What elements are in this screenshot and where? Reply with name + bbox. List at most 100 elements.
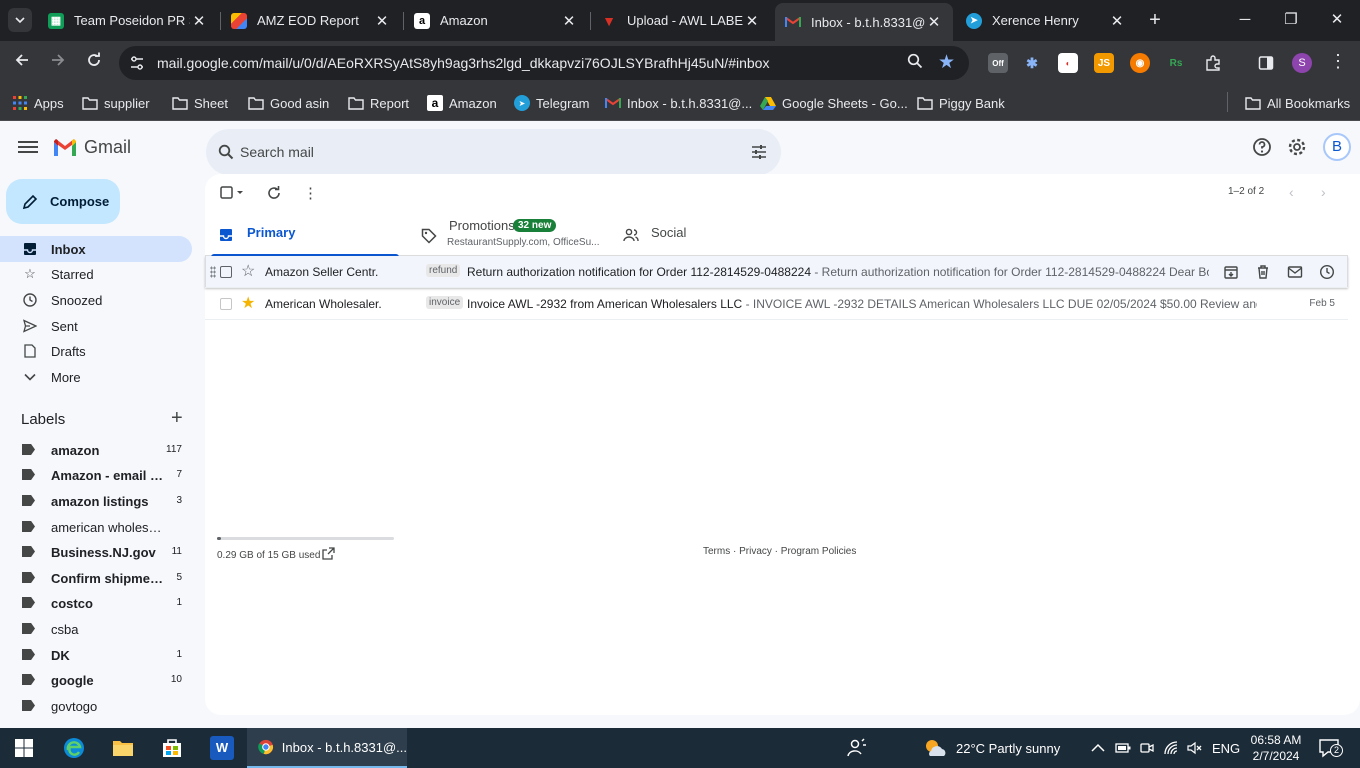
- browser-tab-telegram[interactable]: ➤ Xerence Henry ✕: [956, 3, 1136, 38]
- minimize-button[interactable]: ─: [1233, 8, 1257, 32]
- bookmark-apps[interactable]: Apps: [12, 92, 64, 114]
- settings-gear-icon[interactable]: [1287, 137, 1307, 157]
- bookmark-good-asin[interactable]: Good asin: [248, 92, 329, 114]
- browser-tab-amazon[interactable]: a Amazon ✕: [404, 3, 588, 38]
- account-avatar[interactable]: B: [1323, 133, 1351, 161]
- tab-promotions[interactable]: Promotions 32 new RestaurantSupply.com, …: [407, 214, 607, 256]
- word-icon[interactable]: W: [210, 736, 234, 760]
- edge-icon[interactable]: [62, 736, 86, 760]
- snooze-icon[interactable]: [1319, 264, 1335, 280]
- forward-button[interactable]: [46, 51, 70, 75]
- nav-drafts[interactable]: Drafts: [0, 338, 192, 364]
- email-checkbox[interactable]: [220, 266, 232, 278]
- meet-now-icon[interactable]: [1140, 728, 1154, 768]
- bookmark-report[interactable]: Report: [348, 92, 409, 114]
- restore-button[interactable]: ❐: [1279, 8, 1303, 32]
- close-window-button[interactable]: ✕: [1325, 8, 1349, 32]
- search-bar[interactable]: [206, 129, 781, 175]
- zoom-icon[interactable]: [907, 53, 923, 74]
- extension-rs-icon[interactable]: Rs: [1166, 53, 1186, 73]
- search-options-icon[interactable]: [751, 144, 767, 160]
- older-page-button[interactable]: ›: [1321, 184, 1326, 200]
- label-amazon-email[interactable]: Amazon - email to ... 7: [0, 463, 192, 488]
- show-hidden-icons-button[interactable]: [1091, 728, 1105, 768]
- nav-inbox[interactable]: Inbox: [0, 236, 192, 262]
- extension-off-icon[interactable]: Off: [988, 53, 1008, 73]
- star-toggle-icon[interactable]: ☆: [241, 261, 255, 281]
- close-tab-icon[interactable]: ✕: [373, 12, 391, 30]
- address-bar[interactable]: mail.google.com/mail/u/0/d/AEoRXRSyAtS8y…: [119, 46, 969, 80]
- bookmark-all-bookmarks[interactable]: All Bookmarks: [1245, 92, 1350, 114]
- email-checkbox[interactable]: [220, 298, 232, 310]
- label-costco[interactable]: costco 1: [0, 591, 192, 616]
- drag-handle-icon[interactable]: [210, 266, 216, 278]
- label-amazon-listings[interactable]: amazon listings 3: [0, 489, 192, 514]
- bookmark-gmail-inbox[interactable]: Inbox - b.t.h.8331@...: [605, 92, 752, 114]
- tab-primary[interactable]: Primary: [205, 214, 399, 257]
- email-row[interactable]: ★ American Wholesaler. invoice Invoice A…: [205, 288, 1348, 320]
- label-csba[interactable]: csba: [0, 617, 192, 642]
- delete-icon[interactable]: [1255, 264, 1271, 280]
- gmail-logo[interactable]: Gmail: [52, 137, 131, 158]
- battery-icon[interactable]: [1115, 728, 1131, 768]
- file-explorer-icon[interactable]: [111, 736, 135, 760]
- windows-start-icon[interactable]: [12, 736, 36, 760]
- bookmark-sheet[interactable]: Sheet: [172, 92, 228, 114]
- reload-button[interactable]: [82, 51, 106, 75]
- bookmark-piggy-bank[interactable]: Piggy Bank: [917, 92, 1005, 114]
- language-indicator[interactable]: ENG: [1212, 728, 1240, 768]
- close-tab-icon[interactable]: ✕: [925, 13, 943, 31]
- more-actions-icon[interactable]: ⋮: [303, 184, 318, 202]
- close-tab-icon[interactable]: ✕: [190, 12, 208, 30]
- create-label-button[interactable]: +: [171, 407, 183, 430]
- compose-button[interactable]: Compose: [6, 179, 120, 224]
- mark-as-unread-icon[interactable]: [1287, 264, 1303, 280]
- extensions-puzzle-icon[interactable]: [1203, 53, 1223, 73]
- extension-js-icon[interactable]: JS: [1094, 53, 1114, 73]
- bookmark-supplier[interactable]: supplier: [82, 92, 150, 114]
- label-govtogo[interactable]: govtogo: [0, 694, 192, 719]
- notification-center-button[interactable]: 2: [1318, 738, 1343, 758]
- bookmark-telegram[interactable]: ➤ Telegram: [514, 92, 589, 114]
- people-search-icon[interactable]: [844, 736, 868, 760]
- label-google[interactable]: google 10: [0, 668, 192, 693]
- label-business-nj[interactable]: Business.NJ.gov 11: [0, 540, 192, 565]
- extension-circle-icon[interactable]: ◉: [1130, 53, 1150, 73]
- taskbar-chrome-window[interactable]: Inbox - b.t.h.8331@...: [247, 728, 407, 768]
- taskbar-clock[interactable]: 06:58 AM 2/7/2024: [1240, 732, 1312, 764]
- browser-tab-awl-upload[interactable]: ▼ Upload - AWL LABEL ✕: [591, 3, 771, 38]
- browser-tab-eod[interactable]: AMZ EOD Report ✕: [221, 3, 401, 38]
- url-text[interactable]: mail.google.com/mail/u/0/d/AEoRXRSyAtS8y…: [157, 55, 769, 71]
- label-amazon[interactable]: amazon 117: [0, 438, 192, 463]
- help-icon[interactable]: [1252, 137, 1272, 157]
- browser-tab-gmail[interactable]: Inbox - b.t.h.8331@g ✕: [775, 3, 953, 41]
- site-info-icon[interactable]: [129, 55, 145, 71]
- archive-icon[interactable]: [1223, 264, 1239, 280]
- microsoft-store-icon[interactable]: [160, 736, 184, 760]
- select-all-dropdown[interactable]: [220, 186, 246, 203]
- new-tab-button[interactable]: +: [1143, 9, 1167, 33]
- footer-links[interactable]: Terms · Privacy · Program Policies: [703, 546, 856, 557]
- refresh-button[interactable]: [267, 186, 281, 203]
- star-toggle-icon[interactable]: ★: [241, 293, 255, 313]
- wifi-icon[interactable]: [1164, 728, 1180, 768]
- nav-snoozed[interactable]: Snoozed: [0, 287, 192, 313]
- close-tab-icon[interactable]: ✕: [560, 12, 578, 30]
- label-dk[interactable]: DK 1: [0, 643, 192, 668]
- side-panel-icon[interactable]: [1256, 53, 1276, 73]
- tab-search-button[interactable]: [8, 8, 32, 32]
- nav-sent[interactable]: Sent: [0, 313, 192, 339]
- nav-starred[interactable]: ☆ Starred: [0, 261, 192, 287]
- browser-tab-sheets[interactable]: ▦ Team Poseidon PR Sh ✕: [38, 3, 218, 38]
- email-label-chip[interactable]: refund: [426, 264, 461, 277]
- email-label-chip[interactable]: invoice: [426, 296, 464, 309]
- close-tab-icon[interactable]: ✕: [743, 12, 761, 30]
- open-in-new-icon[interactable]: [322, 547, 335, 560]
- bookmark-star-icon[interactable]: ★: [938, 51, 955, 74]
- nav-more[interactable]: More: [0, 364, 192, 390]
- main-menu-icon[interactable]: [18, 138, 38, 158]
- search-input[interactable]: [240, 141, 720, 163]
- bookmark-google-sheets[interactable]: Google Sheets - Go...: [760, 92, 908, 114]
- email-row[interactable]: ☆ Amazon Seller Centr. refund Return aut…: [205, 256, 1348, 288]
- newer-page-button[interactable]: ‹: [1289, 184, 1294, 200]
